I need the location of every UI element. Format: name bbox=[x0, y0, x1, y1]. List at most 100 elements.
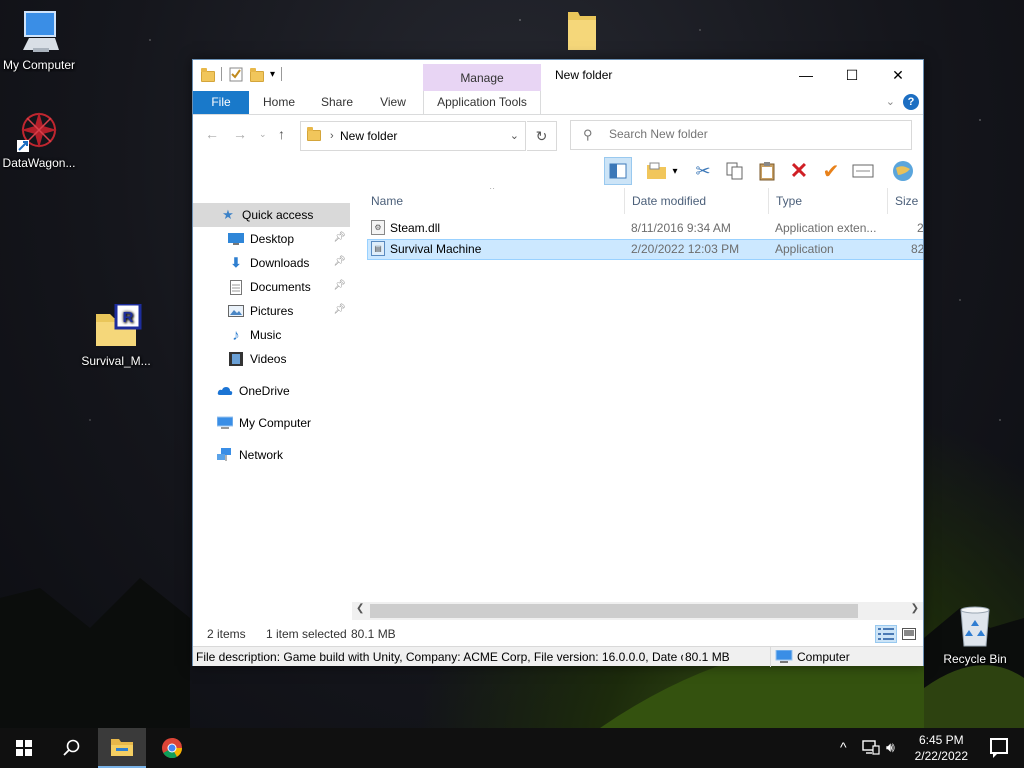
explorer-window[interactable]: ▾ Manage New folder — ☐ ✕ File Home Shar… bbox=[192, 59, 924, 667]
column-header-date-modified[interactable]: Date modified bbox=[625, 188, 769, 214]
chevron-down-icon[interactable]: ⌄ bbox=[510, 129, 519, 142]
pin-icon[interactable]: 📌︎ bbox=[333, 280, 346, 291]
sidebar-item-downloads[interactable]: ⬇ Downloads 📌︎ bbox=[193, 251, 350, 275]
search-button[interactable] bbox=[48, 728, 96, 768]
details-view-button[interactable] bbox=[875, 625, 897, 643]
file-explorer-taskbar-button[interactable] bbox=[98, 728, 146, 768]
scrollbar-thumb[interactable] bbox=[370, 604, 858, 618]
column-header-name[interactable]: Name bbox=[364, 188, 625, 214]
chrome-taskbar-button[interactable] bbox=[148, 728, 196, 768]
pin-icon[interactable]: 📌︎ bbox=[333, 256, 346, 267]
desktop-icon bbox=[228, 231, 244, 247]
desktop-icon-datawagon[interactable]: DataWagon... bbox=[0, 106, 84, 170]
table-row[interactable]: ▤ Survival Machine 2/20/2022 12:03 PM Ap… bbox=[367, 239, 923, 260]
sidebar-item-videos[interactable]: Videos bbox=[193, 347, 350, 371]
picture-icon bbox=[228, 303, 244, 319]
document-icon bbox=[228, 279, 244, 295]
up-arrow-icon[interactable]: ↑ bbox=[278, 126, 285, 142]
sidebar-item-network[interactable]: Network bbox=[193, 443, 350, 467]
sidebar-item-documents[interactable]: Documents 📌︎ bbox=[193, 275, 350, 299]
desktop-icon-survival-archive[interactable]: R Survival_M... bbox=[71, 302, 161, 368]
film-icon bbox=[228, 351, 244, 367]
pin-icon[interactable]: 📌︎ bbox=[333, 304, 346, 315]
new-folder-icon[interactable] bbox=[250, 67, 264, 82]
star-icon: ★ bbox=[222, 207, 234, 222]
globe-button[interactable] bbox=[889, 157, 917, 185]
desktop-icon-recycle-bin[interactable]: Recycle Bin bbox=[930, 602, 1020, 666]
desktop-icon-label: My Computer bbox=[2, 58, 76, 72]
scroll-right-icon[interactable]: ❯ bbox=[911, 603, 919, 614]
column-header-type[interactable]: Type bbox=[769, 188, 888, 214]
info-size: 80.1 MB bbox=[683, 650, 730, 664]
file-name: Steam.dll bbox=[390, 221, 441, 235]
sidebar-item-desktop[interactable]: Desktop 📌︎ bbox=[193, 227, 350, 251]
back-arrow-icon[interactable]: ← bbox=[205, 126, 219, 142]
cut-icon[interactable]: ✂ bbox=[689, 157, 717, 185]
forward-arrow-icon[interactable]: → bbox=[233, 126, 247, 142]
sidebar-item-onedrive[interactable]: OneDrive bbox=[193, 379, 350, 403]
maximize-button[interactable]: ☐ bbox=[829, 60, 875, 90]
sidebar-item-label: OneDrive bbox=[239, 384, 290, 398]
column-header-size[interactable]: Size bbox=[888, 188, 923, 214]
paste-button[interactable] bbox=[753, 157, 781, 185]
chevron-down-icon[interactable]: ▾ bbox=[669, 157, 681, 185]
download-arrow-icon: ⬇ bbox=[230, 255, 242, 270]
rename-checkmark-icon[interactable]: ✔ bbox=[817, 157, 845, 185]
folder-icon bbox=[201, 67, 215, 82]
taskbar: ^ 🔊︎ 6:45 PM 2/22/2022 bbox=[0, 728, 1024, 768]
notification-center-icon[interactable] bbox=[990, 738, 1008, 758]
breadcrumb[interactable]: New folder bbox=[340, 129, 397, 143]
properties-button[interactable] bbox=[849, 157, 877, 185]
chevron-down-icon[interactable]: ⌄ bbox=[886, 95, 895, 108]
clock-date: 2/22/2022 bbox=[914, 749, 968, 763]
breadcrumb-chevron-icon[interactable]: › bbox=[330, 130, 334, 142]
details-info-bar: File description: Game build with Unity,… bbox=[193, 646, 923, 667]
network-icon[interactable] bbox=[862, 740, 880, 756]
datawagon-icon bbox=[17, 112, 57, 152]
volume-icon[interactable]: 🔊︎ bbox=[886, 739, 895, 756]
file-date: 2/20/2022 12:03 PM bbox=[631, 242, 740, 256]
tab-view[interactable]: View bbox=[371, 91, 415, 114]
dragged-folder-icon bbox=[568, 12, 596, 50]
zone-label: Computer bbox=[797, 650, 850, 664]
start-button[interactable] bbox=[0, 728, 48, 768]
close-button[interactable]: ✕ bbox=[875, 60, 921, 90]
delete-icon[interactable]: ✕ bbox=[785, 157, 813, 185]
refresh-button[interactable]: ↻ bbox=[527, 121, 557, 151]
status-bar: 2 items 1 item selected 80.1 MB bbox=[193, 622, 923, 646]
recycle-bin-icon bbox=[960, 606, 990, 647]
address-bar[interactable]: › New folder ⌄ bbox=[300, 121, 526, 151]
scroll-left-icon[interactable]: ❮ bbox=[356, 603, 364, 614]
search-input[interactable] bbox=[609, 127, 899, 141]
preview-pane-button[interactable] bbox=[604, 157, 632, 185]
selection-count: 1 item selected bbox=[266, 627, 347, 641]
title-bar[interactable]: ▾ Manage New folder — ☐ ✕ bbox=[193, 60, 923, 114]
sidebar-item-music[interactable]: ♪ Music bbox=[193, 323, 350, 347]
tab-share[interactable]: Share bbox=[313, 91, 361, 114]
command-toolbar: ▾ ✂ ✕ ✔ bbox=[193, 155, 923, 187]
tab-application-tools[interactable]: Application Tools bbox=[423, 91, 541, 114]
sidebar-item-my-computer[interactable]: My Computer bbox=[193, 411, 350, 435]
file-size: 82 bbox=[911, 242, 923, 256]
help-button[interactable]: ? bbox=[903, 94, 919, 110]
chevron-down-icon[interactable]: ▾ bbox=[270, 69, 275, 80]
recent-locations-chevron-icon[interactable]: ⌄ bbox=[259, 129, 267, 140]
details-view-icon bbox=[878, 628, 894, 640]
search-box[interactable]: ⚲ bbox=[570, 120, 912, 150]
tab-home[interactable]: Home bbox=[255, 91, 303, 114]
show-hidden-icons-chevron-icon[interactable]: ^ bbox=[840, 739, 847, 755]
view-options-button[interactable] bbox=[643, 157, 671, 185]
tab-file[interactable]: File bbox=[193, 91, 249, 114]
copy-button[interactable] bbox=[721, 157, 749, 185]
sidebar-item-quick-access[interactable]: ★ Quick access bbox=[193, 203, 350, 227]
pin-icon[interactable]: 📌︎ bbox=[333, 232, 346, 243]
properties-icon[interactable] bbox=[228, 66, 244, 82]
table-row[interactable]: ⚙ Steam.dll 8/11/2016 9:34 AM Applicatio… bbox=[367, 218, 923, 239]
sidebar-item-pictures[interactable]: Pictures 📌︎ bbox=[193, 299, 350, 323]
large-icons-view-button[interactable] bbox=[898, 625, 920, 643]
horizontal-scrollbar[interactable]: ❮ ❯ bbox=[352, 602, 923, 620]
desktop-icon-my-computer[interactable]: My Computer bbox=[0, 8, 84, 72]
minimize-button[interactable]: — bbox=[783, 60, 829, 90]
clock[interactable]: 6:45 PM 2/22/2022 bbox=[915, 732, 968, 764]
file-size: 2 bbox=[917, 221, 923, 235]
